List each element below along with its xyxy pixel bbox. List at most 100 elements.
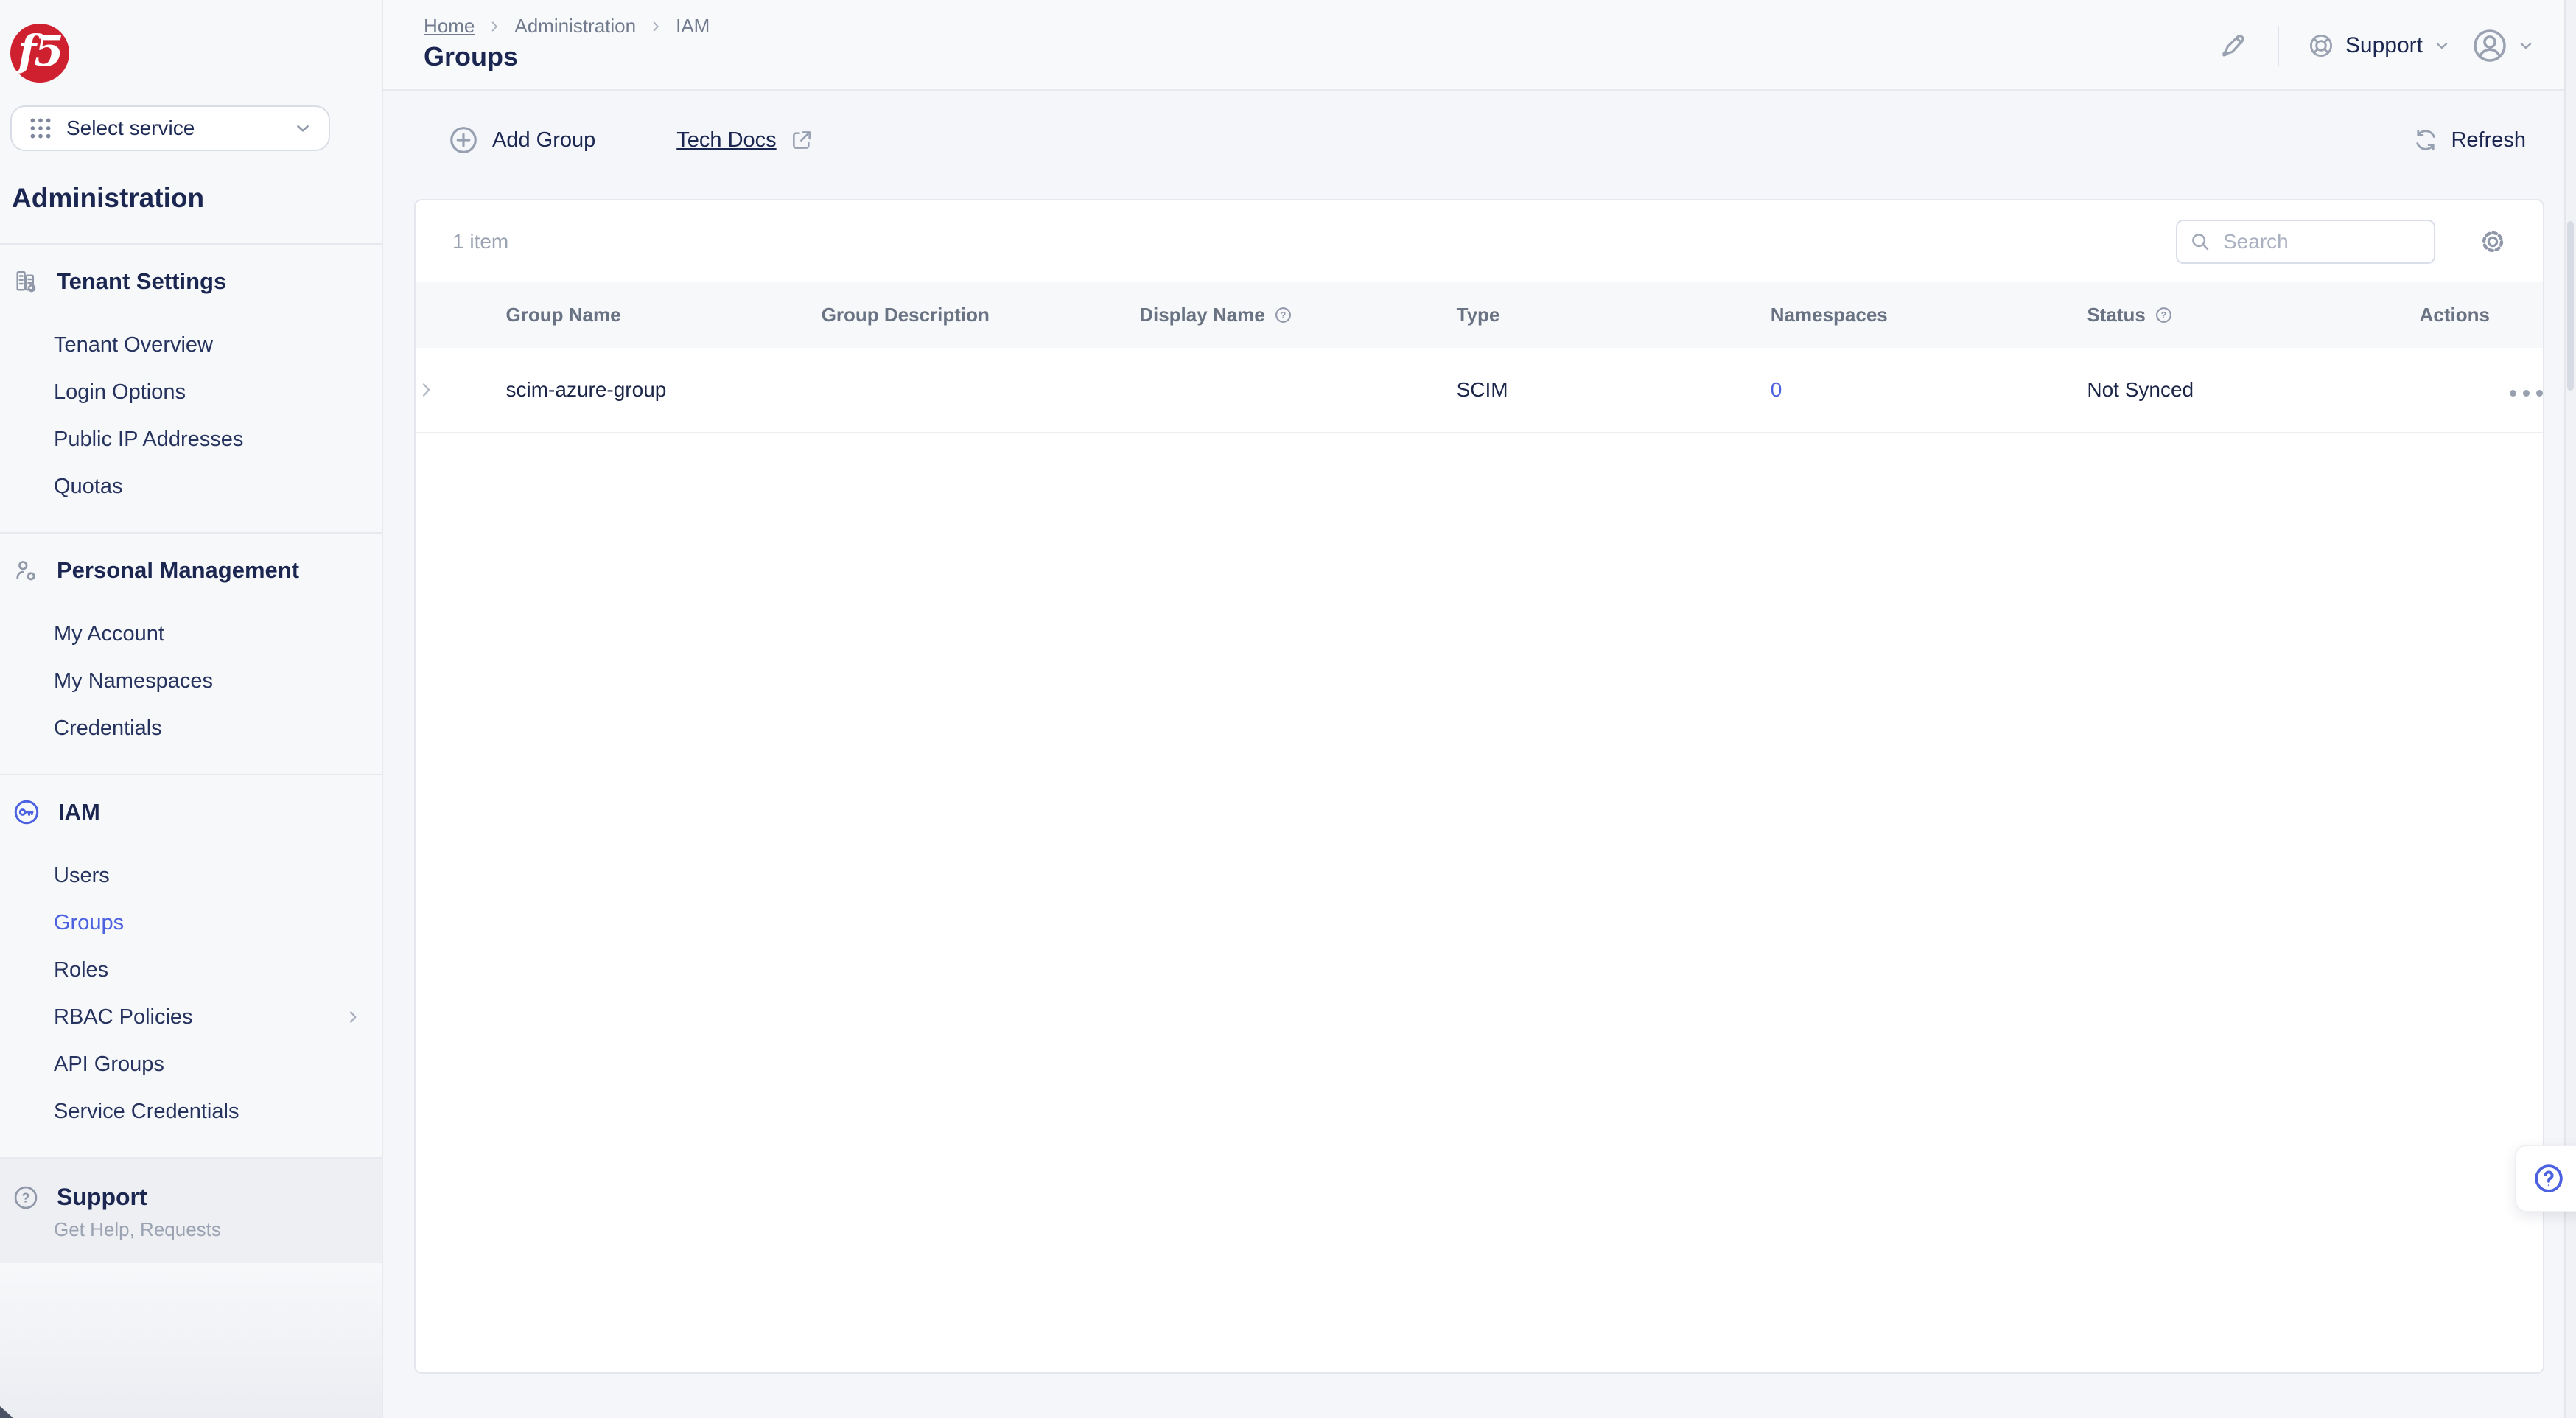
sidebar-item-tenant-overview[interactable]: Tenant Overview: [0, 321, 382, 369]
user-gear-icon: [13, 557, 39, 584]
search-icon: [2189, 231, 2211, 253]
groups-table: Group Name Group Description Display Nam…: [416, 282, 2543, 433]
cell-group-name: scim-azure-group: [506, 348, 822, 433]
key-icon: [13, 798, 41, 826]
cell-group-description: [822, 348, 1140, 433]
breadcrumb-administration[interactable]: Administration: [514, 15, 636, 38]
namespaces-count-link[interactable]: 0: [1771, 378, 1782, 401]
section-title: IAM: [58, 799, 100, 825]
sidebar-heading: Administration: [12, 183, 204, 214]
sidebar-footer: [0, 1263, 382, 1418]
sidebar-item-rbac-policies[interactable]: RBAC Policies: [0, 993, 382, 1041]
f5-logo-text: f5: [18, 29, 61, 72]
cell-actions: [2420, 348, 2543, 433]
chevron-right-icon: [648, 18, 664, 35]
table-row: scim-azure-group SCIM 0 Not Synced: [416, 348, 2543, 433]
toolbar: Add Group Tech Docs: [448, 116, 813, 164]
divider: [2278, 26, 2279, 66]
chevron-right-icon: [486, 18, 503, 35]
external-link-icon: [790, 128, 813, 152]
sidebar-item-users[interactable]: Users: [0, 852, 382, 899]
column-namespaces: Namespaces: [1771, 282, 2087, 348]
sidebar-item-quotas[interactable]: Quotas: [0, 463, 382, 510]
chevron-down-icon: [293, 119, 312, 138]
section-tenant-settings-header[interactable]: Tenant Settings: [0, 265, 382, 298]
f5-logo[interactable]: f5: [10, 24, 69, 83]
help-button[interactable]: [2515, 1145, 2576, 1212]
sidebar-item-groups[interactable]: Groups: [0, 899, 382, 946]
row-actions-menu-icon[interactable]: [2510, 390, 2543, 397]
chevron-down-icon: [2433, 37, 2451, 55]
sidebar-item-label: Service Credentials: [54, 1100, 239, 1124]
sidebar-item-label: Quotas: [54, 475, 123, 499]
sidebar-item-my-namespaces[interactable]: My Namespaces: [0, 657, 382, 705]
page-title: Groups: [424, 41, 518, 72]
items-count: 1 item: [452, 230, 2176, 254]
sidebar-item-public-ip-addresses[interactable]: Public IP Addresses: [0, 416, 382, 463]
support-menu[interactable]: Support: [2307, 32, 2451, 60]
brush-icon[interactable]: [2219, 30, 2250, 61]
column-group-description: Group Description: [822, 282, 1140, 348]
support-title: Support: [57, 1184, 147, 1211]
refresh-label: Refresh: [2451, 128, 2526, 153]
help-question-circle-icon: [2533, 1162, 2565, 1195]
sidebar-item-label: API Groups: [54, 1052, 164, 1077]
tech-docs-link[interactable]: Tech Docs: [676, 128, 813, 153]
service-selector[interactable]: Select service: [10, 105, 330, 151]
info-icon[interactable]: ?: [2155, 306, 2173, 324]
sidebar: f5 Select service Administration: [0, 0, 383, 1418]
support-menu-label: Support: [2345, 33, 2423, 58]
cell-status: Not Synced: [2087, 348, 2419, 433]
user-menu[interactable]: [2471, 27, 2535, 64]
refresh-icon: [2412, 127, 2439, 153]
sidebar-item-label: Public IP Addresses: [54, 427, 243, 452]
sidebar-item-credentials[interactable]: Credentials: [0, 705, 382, 752]
section-iam-header[interactable]: IAM: [0, 796, 382, 828]
info-icon[interactable]: ?: [1274, 306, 1292, 324]
breadcrumb-home[interactable]: Home: [424, 15, 475, 38]
chevron-right-icon: [343, 1007, 363, 1027]
sidebar-item-label: Login Options: [54, 380, 186, 405]
sidebar-item-label: Users: [54, 864, 110, 888]
add-group-label: Add Group: [492, 128, 595, 153]
sidebar-item-login-options[interactable]: Login Options: [0, 369, 382, 416]
table-settings-gear-icon[interactable]: [2478, 227, 2507, 256]
section-title: Personal Management: [57, 557, 299, 584]
sidebar-item-label: My Account: [54, 622, 164, 646]
cell-namespaces: 0: [1771, 348, 2087, 433]
lifebuoy-icon: [2307, 32, 2335, 60]
column-display-name: Display Name ?: [1139, 282, 1456, 348]
sidebar-item-label: Groups: [54, 911, 124, 935]
sidebar-item-api-groups[interactable]: API Groups: [0, 1041, 382, 1088]
scrollbar-thumb[interactable]: [2567, 221, 2574, 391]
sidebar-support[interactable]: ? Support Get Help, Requests: [0, 1157, 382, 1268]
sidebar-item-label: Roles: [54, 958, 108, 982]
plus-circle-icon: [448, 125, 479, 156]
top-bar: Home Administration IAM Groups: [383, 0, 2576, 91]
sidebar-item-roles[interactable]: Roles: [0, 946, 382, 993]
sidebar-item-my-account[interactable]: My Account: [0, 610, 382, 657]
svg-text:?: ?: [1280, 310, 1286, 321]
sidebar-item-service-credentials[interactable]: Service Credentials: [0, 1088, 382, 1135]
add-group-button[interactable]: Add Group: [448, 125, 595, 156]
row-expand-cell: [416, 348, 506, 433]
refresh-button[interactable]: Refresh: [2412, 116, 2526, 164]
column-type: Type: [1457, 282, 1771, 348]
section-iam: IAM Users Groups Roles RBAC Policies API…: [0, 775, 382, 1157]
sidebar-item-label: Tenant Overview: [54, 333, 213, 357]
expand-chevron-icon[interactable]: [416, 380, 506, 400]
section-personal-management-header[interactable]: Personal Management: [0, 554, 382, 587]
avatar-icon: [2471, 27, 2508, 64]
section-title: Tenant Settings: [57, 268, 226, 295]
search-input[interactable]: [2222, 229, 2422, 254]
column-status: Status ?: [2087, 282, 2419, 348]
column-actions: Actions: [2420, 282, 2543, 348]
sidebar-item-label: RBAC Policies: [54, 1005, 193, 1030]
breadcrumb: Home Administration IAM: [424, 15, 710, 38]
question-circle-icon: ?: [13, 1184, 39, 1211]
building-gear-icon: [13, 268, 39, 295]
cell-display-name: [1139, 348, 1456, 433]
service-selector-label: Select service: [66, 116, 280, 140]
groups-table-card: 1 item: [414, 199, 2544, 1374]
breadcrumb-iam[interactable]: IAM: [676, 15, 710, 38]
